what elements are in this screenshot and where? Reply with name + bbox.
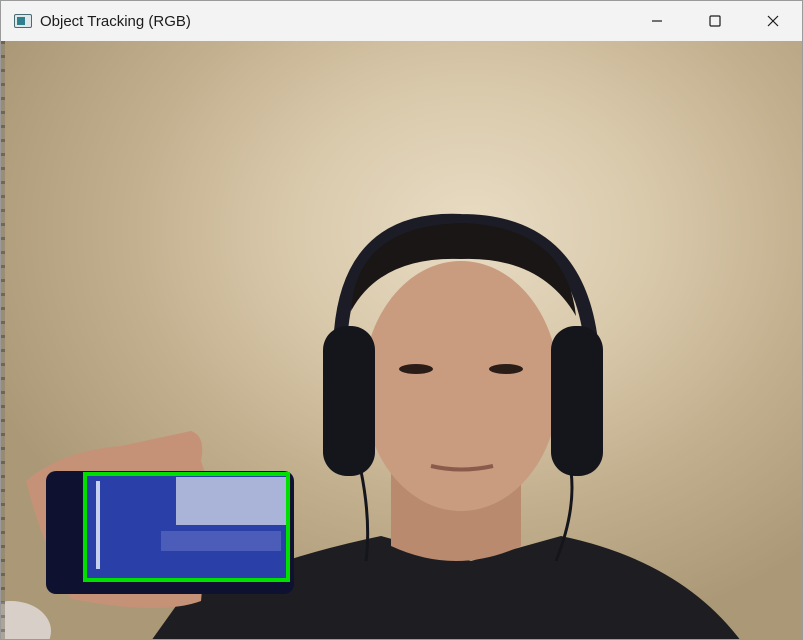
window-controls — [628, 1, 802, 41]
minimize-icon — [652, 20, 662, 22]
person-left-eye — [399, 364, 433, 374]
close-icon — [767, 15, 779, 27]
camera-frame — [1, 213, 740, 639]
maximize-button[interactable] — [686, 1, 744, 41]
minimize-button[interactable] — [628, 1, 686, 41]
left-edge-strip — [1, 41, 5, 639]
headphones-right-cup — [551, 326, 603, 476]
app-window-icon — [14, 14, 32, 28]
maximize-icon — [709, 15, 721, 27]
app-window: Object Tracking (RGB) — [0, 0, 803, 640]
person-right-eye — [489, 364, 523, 374]
video-feed — [1, 41, 802, 639]
window-title: Object Tracking (RGB) — [40, 12, 191, 30]
close-button[interactable] — [744, 1, 802, 41]
person-face — [363, 261, 559, 511]
title-bar[interactable]: Object Tracking (RGB) — [1, 1, 802, 42]
headphones-left-cup — [323, 326, 375, 476]
